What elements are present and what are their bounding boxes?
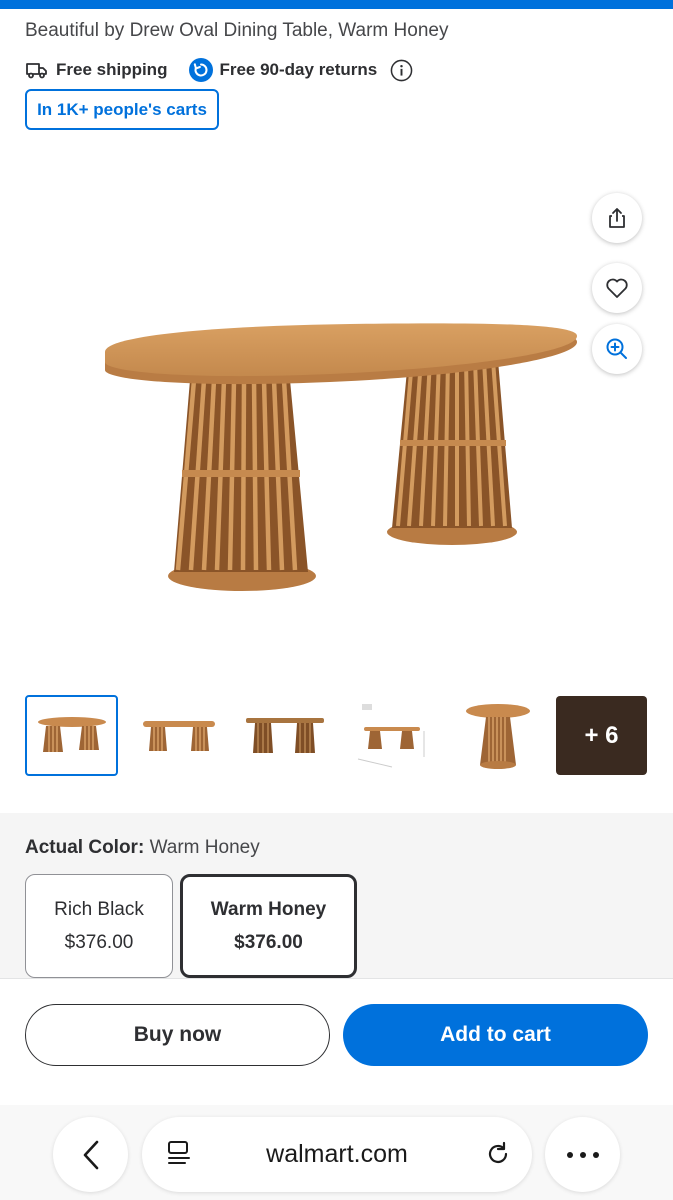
fulfillment-row: Free shipping Free 90-day returns [25,57,413,83]
heart-icon [606,278,628,298]
favorite-button[interactable] [592,263,642,313]
actual-color-value: Warm Honey [149,837,260,858]
chevron-left-icon [83,1140,98,1169]
variant-name: Rich Black [54,898,144,920]
actual-color-label: Actual Color: [25,837,145,858]
variant-price: $376.00 [64,931,134,953]
truck-icon [26,63,47,79]
thumbnail-image [245,717,324,753]
back-button[interactable] [53,1117,128,1192]
thumbnail-image [142,720,215,751]
url-text: walmart.com [266,1140,408,1168]
share-icon [609,208,625,228]
thumbnail-strip: + 6 [25,695,647,777]
url-bar[interactable]: walmart.com [142,1117,532,1192]
returns-icon [189,58,214,82]
more-options-button[interactable] [545,1117,620,1192]
product-title: Beautiful by Drew Oval Dining Table, War… [25,20,449,41]
more-images-button[interactable]: + 6 [556,696,647,775]
variant-warm-honey[interactable]: Warm Honey $376.00 [180,874,357,978]
free-shipping-label: Free shipping [56,60,168,79]
more-dots-icon [566,1151,599,1158]
thumbnail-image [465,703,530,769]
thumbnail-3[interactable] [238,695,331,776]
add-to-cart-button[interactable]: Add to cart [343,1004,648,1066]
info-icon[interactable] [390,59,413,82]
thumbnail-1[interactable] [25,695,118,776]
share-button[interactable] [592,193,642,243]
zoom-in-icon [606,338,627,359]
thumbnail-2[interactable] [132,695,225,776]
thumbnail-4[interactable] [345,695,438,776]
variant-price: $376.00 [234,931,303,953]
reload-icon[interactable] [484,1140,512,1168]
thumbnail-image [37,716,106,752]
thumbnail-5[interactable] [451,695,544,776]
actual-color: Actual Color: Warm Honey [25,837,260,859]
variant-rich-black[interactable]: Rich Black $376.00 [25,874,173,978]
thumbnail-image [357,703,424,767]
free-returns-label: Free 90-day returns [219,60,378,79]
zoom-button[interactable] [592,324,642,374]
product-image[interactable] [90,300,590,610]
buy-now-button[interactable]: Buy now [25,1004,330,1066]
top-accent-bar [0,0,673,9]
popularity-badge: In 1K+ people's carts [25,89,219,130]
variant-name: Warm Honey [210,898,327,920]
